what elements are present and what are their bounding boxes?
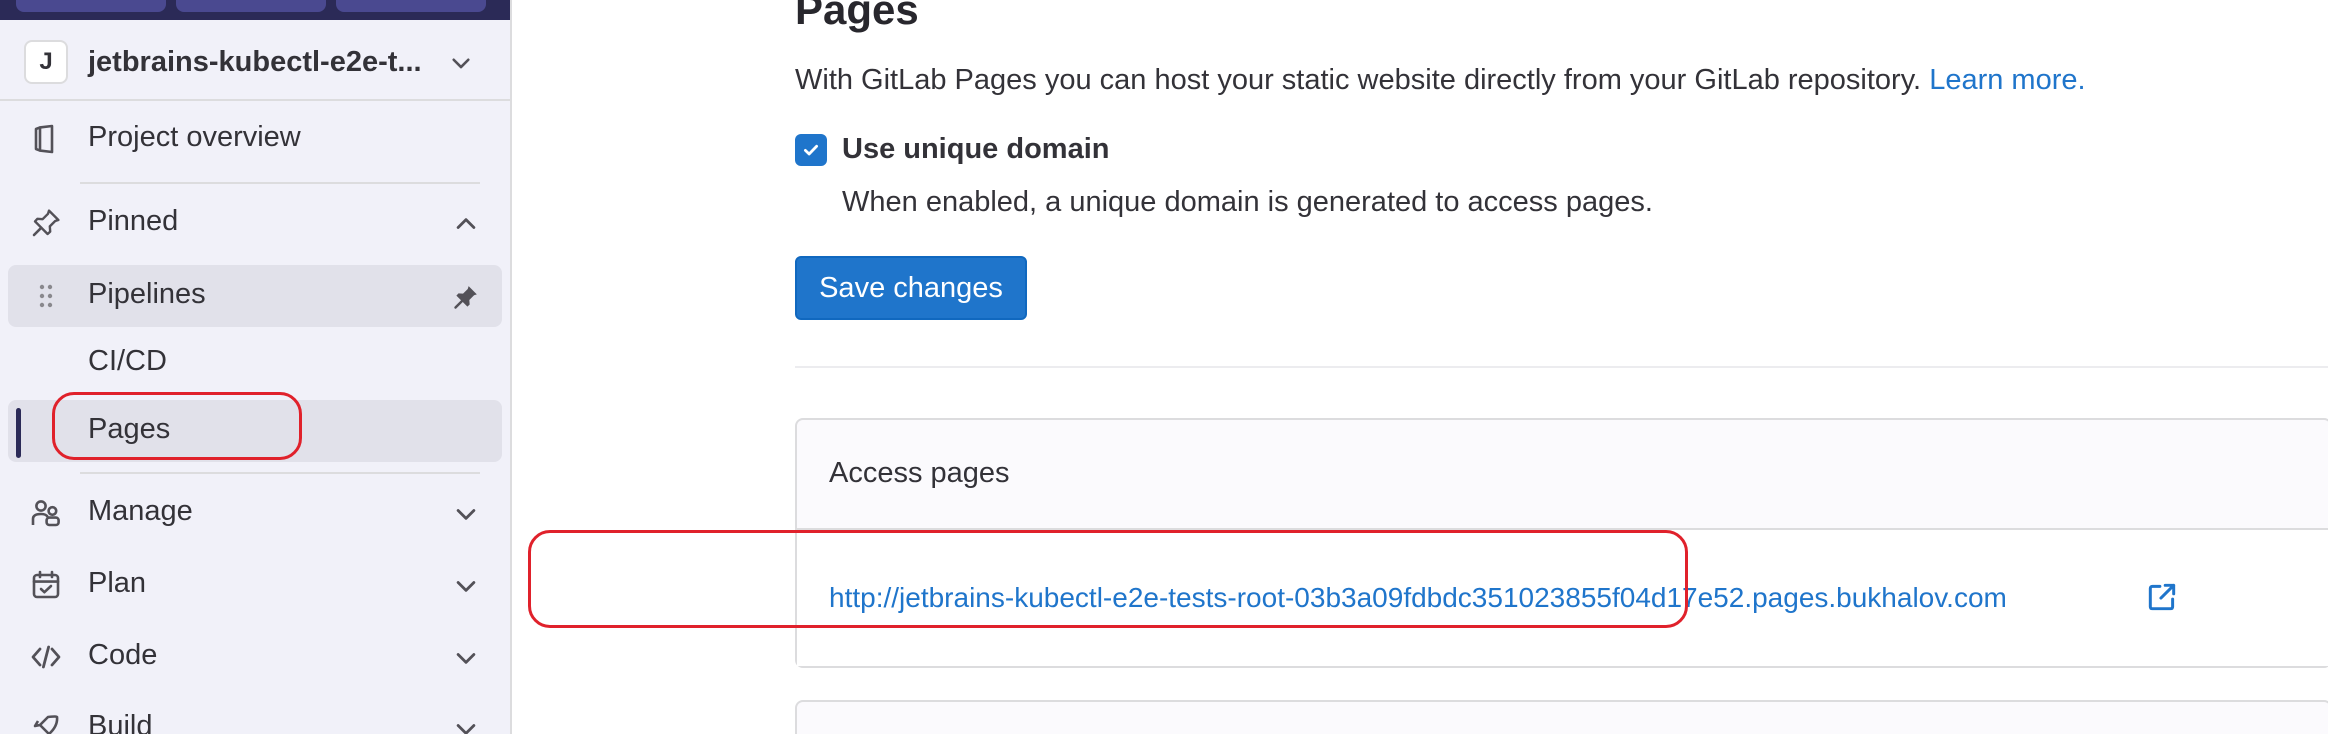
card-body: http://jetbrains-kubectl-e2e-tests-root-… [797, 530, 2328, 666]
sidebar-item-label: Project overview [88, 121, 301, 153]
top-bar-button[interactable] [16, 0, 166, 12]
sidebar-item-label: Build [88, 710, 153, 734]
pages-url-link[interactable]: http://jetbrains-kubectl-e2e-tests-root-… [829, 582, 2007, 614]
sidebar-item-label: Manage [88, 495, 193, 527]
sidebar-divider [80, 182, 480, 184]
active-indicator [16, 408, 21, 458]
project-avatar: J [24, 40, 68, 84]
project-name: jetbrains-kubectl-e2e-t... [88, 46, 422, 78]
section-divider [795, 366, 2328, 368]
code-icon [31, 645, 61, 669]
sidebar-item-label: Pinned [88, 205, 179, 237]
sidebar-item-project-overview[interactable]: Project overview [8, 108, 502, 170]
learn-more-link[interactable]: Learn more. [1929, 64, 2085, 96]
sidebar-item-manage[interactable]: Manage [8, 482, 502, 544]
pages-description: With GitLab Pages you can host your stat… [795, 64, 2086, 97]
rocket-icon [33, 715, 59, 734]
sidebar-item-code[interactable]: Code [8, 626, 502, 688]
card-header: Access pages [797, 420, 2328, 530]
sidebar-section-pinned[interactable]: Pinned [8, 192, 502, 254]
chevron-down-icon [452, 58, 470, 69]
access-pages-card: Access pages http://jetbrains-kubectl-e2… [795, 418, 2328, 668]
unique-domain-label[interactable]: Use unique domain [842, 133, 1109, 166]
top-bar-button[interactable] [336, 0, 486, 12]
sidebar-item-label: Pipelines [88, 278, 206, 310]
main-content: Pages With GitLab Pages you can host you… [512, 0, 2328, 734]
sidebar-item-label: Plan [88, 567, 147, 599]
sidebar-item-pages[interactable]: Pages [8, 400, 502, 462]
unique-domain-checkbox[interactable] [795, 134, 827, 166]
top-bar-button[interactable] [176, 0, 326, 12]
next-settings-card [795, 700, 2328, 734]
sidebar: J jetbrains-kubectl-e2e-t... Project ove… [0, 0, 512, 734]
project-overview-icon [34, 124, 54, 154]
sidebar-divider [0, 99, 510, 101]
sidebar-item-label: Pages [88, 413, 171, 445]
chevron-down-icon [456, 581, 476, 592]
description-text: With GitLab Pages you can host your stat… [795, 64, 1922, 96]
project-switcher[interactable]: J jetbrains-kubectl-e2e-t... [0, 30, 510, 98]
sidebar-item-label: CI/CD [88, 345, 167, 377]
sidebar-item-cicd[interactable]: CI/CD [8, 332, 502, 394]
access-pages-title: Access pages [829, 457, 1010, 489]
sidebar-divider [80, 472, 480, 474]
sidebar-item-label: Code [88, 639, 158, 671]
unique-domain-help-text: When enabled, a unique domain is generat… [842, 186, 1653, 218]
users-icon [31, 500, 60, 527]
sidebar-item-pipelines[interactable]: Pipelines [8, 265, 502, 327]
save-changes-button[interactable]: Save changes [795, 256, 1027, 320]
unpin-icon[interactable] [452, 283, 480, 311]
external-link-icon[interactable] [2145, 580, 2179, 614]
chevron-down-icon [456, 653, 476, 664]
page-title: Pages [795, 0, 919, 33]
app-root: J jetbrains-kubectl-e2e-t... Project ove… [0, 0, 2328, 734]
chevron-down-icon [456, 509, 476, 520]
top-bar [0, 0, 510, 20]
pin-icon [32, 209, 60, 237]
calendar-icon [32, 570, 60, 599]
sidebar-item-plan[interactable]: Plan [8, 554, 502, 616]
check-icon [804, 144, 818, 156]
chevron-down-icon [456, 724, 476, 734]
chevron-up-icon [456, 218, 476, 229]
drag-handle-icon[interactable] [30, 280, 62, 312]
sidebar-item-build[interactable]: Build [8, 697, 502, 734]
